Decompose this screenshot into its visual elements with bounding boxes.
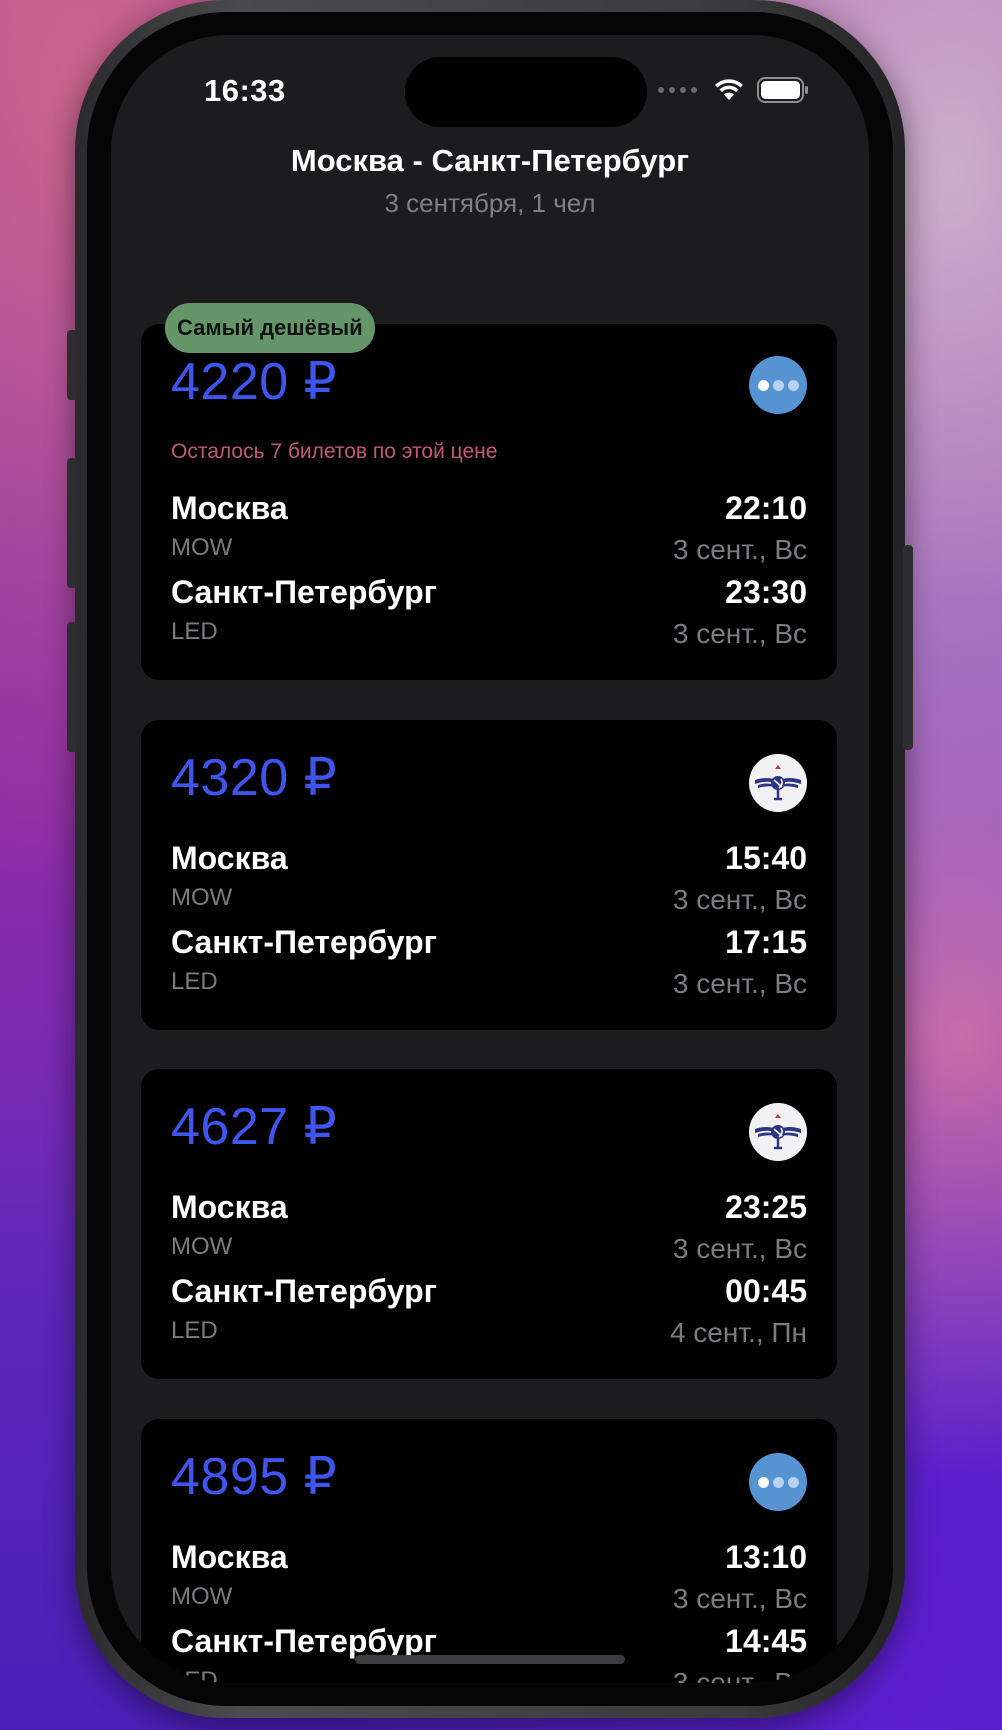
dots-logo-icon: [749, 356, 807, 414]
arrival-city: Санкт-Петербург: [171, 574, 437, 610]
ticket-price: 4320 ₽: [171, 749, 338, 807]
arrival-time: 23:30: [725, 574, 807, 610]
arrival-date: 3 сент., Вс: [672, 968, 807, 999]
cellular-signal-icon: [658, 87, 697, 93]
arrival-city: Санкт-Петербург: [171, 1273, 437, 1309]
arrival-time: 17:15: [725, 924, 807, 960]
ticket-card[interactable]: 4627 ₽ Москва 23:25 MOW 3 сент., Вс Санк…: [141, 1069, 837, 1379]
arrival-row: Санкт-Петербург 17:15: [171, 924, 807, 964]
volume-down-button: [67, 622, 77, 752]
arrival-date: 4 сент., Пн: [669, 1317, 807, 1348]
arrival-row: Санкт-Петербург 23:30: [171, 574, 807, 614]
cheapest-badge: Самый дешёвый: [165, 303, 375, 353]
arrival-meta-row: LED 3 сент., Вс: [171, 618, 807, 658]
dynamic-island: [405, 57, 647, 127]
ticket-price: 4627 ₽: [171, 1098, 338, 1156]
departure-time: 23:25: [725, 1189, 807, 1225]
departure-row: Москва 22:10: [171, 490, 807, 530]
arrival-code: LED: [171, 1667, 218, 1683]
power-button: [903, 545, 913, 750]
ticket-card[interactable]: 4320 ₽ Москва 15:40 MOW 3 сент., Вс Санк…: [141, 720, 837, 1030]
wifi-icon: [713, 78, 745, 102]
departure-meta-row: MOW 3 сент., Вс: [171, 534, 807, 574]
aeroflot-logo-icon: [749, 754, 807, 812]
tickets-left-warning: Осталось 7 билетов по этой цене: [171, 440, 498, 463]
arrival-code: LED: [171, 968, 218, 995]
departure-city: Москва: [171, 840, 288, 876]
departure-date: 3 сент., Вс: [672, 1233, 807, 1264]
departure-city: Москва: [171, 1539, 288, 1575]
departure-city: Москва: [171, 1189, 288, 1225]
departure-row: Москва 23:25: [171, 1189, 807, 1229]
ticket-price: 4220 ₽: [171, 353, 338, 411]
departure-time: 15:40: [725, 840, 807, 876]
departure-date: 3 сент., Вс: [672, 1583, 807, 1614]
arrival-meta-row: LED 4 сент., Пн: [171, 1317, 807, 1357]
arrival-time: 00:45: [725, 1273, 807, 1309]
arrival-date: 3 сент., Вс: [672, 1667, 807, 1683]
departure-meta-row: MOW 3 сент., Вс: [171, 1583, 807, 1623]
battery-icon: [757, 77, 809, 103]
arrival-code: LED: [171, 1317, 218, 1344]
page-subtitle: 3 сентября, 1 чел: [384, 188, 596, 218]
departure-meta-row: MOW 3 сент., Вс: [171, 1233, 807, 1273]
arrival-meta-row: LED 3 сент., Вс: [171, 1667, 807, 1683]
arrival-row: Санкт-Петербург 00:45: [171, 1273, 807, 1313]
ticket-card[interactable]: 4220 ₽ Осталось 7 билетов по этой цене М…: [141, 324, 837, 680]
aeroflot-logo-icon: [749, 1103, 807, 1161]
arrival-time: 14:45: [725, 1623, 807, 1659]
departure-row: Москва 15:40: [171, 840, 807, 880]
status-time: 16:33: [204, 73, 286, 108]
departure-time: 22:10: [725, 490, 807, 526]
departure-date: 3 сент., Вс: [672, 884, 807, 915]
page-title: Москва - Санкт-Петербург: [290, 143, 690, 178]
arrival-code: LED: [171, 618, 218, 645]
departure-code: MOW: [171, 534, 233, 561]
arrival-meta-row: LED 3 сент., Вс: [171, 968, 807, 1008]
home-indicator[interactable]: [355, 1655, 625, 1664]
departure-code: MOW: [171, 884, 233, 911]
volume-up-button: [67, 458, 77, 588]
arrival-city: Санкт-Петербург: [171, 924, 437, 960]
ticket-card[interactable]: 4895 ₽ Москва 13:10 MOW 3 сент., Вс Санк…: [141, 1419, 837, 1683]
ticket-price: 4895 ₽: [171, 1448, 338, 1506]
departure-city: Москва: [171, 490, 288, 526]
departure-time: 13:10: [725, 1539, 807, 1575]
departure-date: 3 сент., Вс: [672, 534, 807, 565]
departure-code: MOW: [171, 1583, 233, 1610]
departure-meta-row: MOW 3 сент., Вс: [171, 884, 807, 924]
departure-code: MOW: [171, 1233, 233, 1260]
dots-logo-icon: [749, 1453, 807, 1511]
action-button: [67, 330, 77, 400]
departure-row: Москва 13:10: [171, 1539, 807, 1579]
arrival-date: 3 сент., Вс: [672, 618, 807, 649]
phone-screen: 16:33 Москва - Санкт-Петербург 3 сентябр…: [111, 35, 869, 1683]
status-icons: [658, 77, 809, 103]
